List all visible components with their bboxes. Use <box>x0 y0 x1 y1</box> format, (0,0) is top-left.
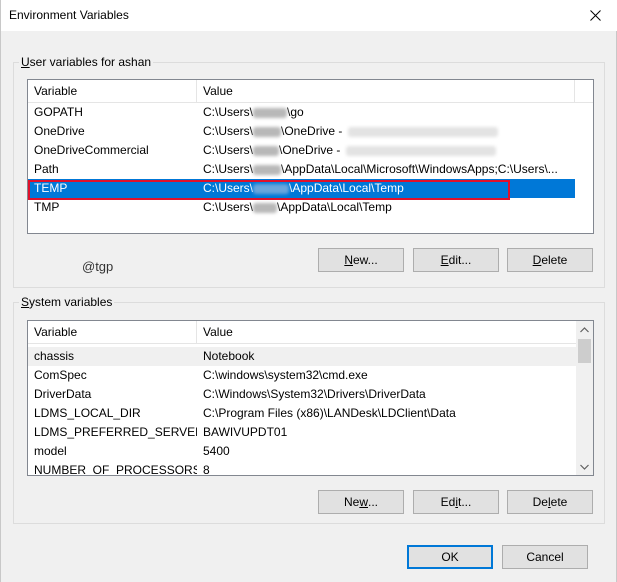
redacted-username <box>253 202 278 213</box>
chevron-up-icon <box>580 326 589 332</box>
table-row[interactable]: LDMS_PREFERRED_SERVER BAWIVUPDT01 <box>28 423 576 442</box>
variable-name-cell: LDMS_PREFERRED_SERVER <box>34 425 197 439</box>
scroll-down-arrow[interactable] <box>576 458 593 475</box>
table-row[interactable]: TEMP C:\Users\ \AppData\Local\Temp <box>28 179 575 198</box>
scroll-up-arrow[interactable] <box>576 321 593 338</box>
table-row[interactable]: Path C:\Users\ \AppData\Local\Microsoft\Wi… <box>28 160 575 179</box>
variable-name-cell: Path <box>34 162 59 176</box>
redacted-username <box>253 126 282 137</box>
variable-value-cell: C:\Users\ \go <box>203 105 304 119</box>
variable-name-cell: DriverData <box>34 387 92 401</box>
variable-name-cell: chassis <box>34 349 75 363</box>
close-icon <box>589 10 601 21</box>
variable-name-cell: TEMP <box>34 181 68 195</box>
column-header-value[interactable]: Value <box>197 80 575 102</box>
variable-name-cell: OneDriveCommercial <box>34 143 149 157</box>
system-variables-label: System variables <box>19 295 115 309</box>
column-header-variable[interactable]: Variable <box>28 321 197 343</box>
table-row[interactable]: OneDriveCommercial C:\Users\ \OneDrive - <box>28 141 575 160</box>
redacted-username <box>253 107 288 118</box>
chevron-down-icon <box>580 464 589 470</box>
title-bar: Environment Variables <box>1 0 617 31</box>
scroll-thumb[interactable] <box>578 339 591 363</box>
column-header-value[interactable]: Value <box>197 321 575 343</box>
variable-value-cell: C:\Users\ \AppData\Local\Microsoft\Window… <box>203 162 558 176</box>
system-delete-button[interactable]: De l ete <box>507 490 593 514</box>
variable-value-cell: Notebook <box>203 349 255 363</box>
variable-name-cell: NUMBER_OF_PROCESSORS <box>34 463 197 476</box>
system-variables-list[interactable]: Variable Value chassis Notebook ComSpec C:\… <box>27 320 594 476</box>
watermark: @tgp <box>82 259 114 274</box>
variable-value-cell: C:\Windows\System32\Drivers\DriverData <box>203 387 426 401</box>
system-list-scrollbar[interactable] <box>576 321 593 475</box>
user-edit-button[interactable]: Edit... <box>413 248 499 272</box>
column-header-variable[interactable]: Variable <box>28 80 197 102</box>
user-list-header: Variable Value <box>28 80 593 103</box>
table-row[interactable]: ComSpec C:\windows\system32\cmd.exe <box>28 366 576 385</box>
user-variables-list[interactable]: Variable Value GOPATH C:\Users\ \go OneDriv… <box>27 79 594 234</box>
system-list-header: Variable Value <box>28 321 593 344</box>
variable-value-cell: C:\Program Files (x86)\LANDesk\LDClient\… <box>203 406 456 420</box>
close-button[interactable] <box>572 0 617 31</box>
variable-name-cell: TMP <box>34 200 60 214</box>
environment-variables-dialog: Environment Variables User variables for… <box>0 0 617 582</box>
variable-name-cell: ComSpec <box>34 368 87 382</box>
variable-value-cell: BAWIVUPDT01 <box>203 425 288 439</box>
variable-name-cell: LDMS_LOCAL_DIR <box>34 406 141 420</box>
table-row[interactable]: NUMBER_OF_PROCESSORS 8 <box>28 461 576 476</box>
redacted-username <box>253 164 282 175</box>
table-row[interactable]: model 5400 <box>28 442 576 461</box>
variable-value-cell: C:\windows\system32\cmd.exe <box>203 368 368 382</box>
user-variables-label: User variables for ashan <box>19 55 154 69</box>
variable-name-cell: OneDrive <box>34 124 85 138</box>
table-row[interactable]: OneDrive C:\Users\ \OneDrive - <box>28 122 575 141</box>
redacted-organization <box>346 145 497 156</box>
variable-value-cell: C:\Users\ \OneDrive - <box>197 141 575 160</box>
user-delete-button[interactable]: Delete <box>507 248 593 272</box>
variable-value-cell: C:\Users\ \AppData\Local\Temp <box>203 200 392 214</box>
variable-name-cell: GOPATH <box>34 105 83 119</box>
ok-button[interactable]: OK <box>407 545 493 569</box>
table-row[interactable]: TMP C:\Users\ \AppData\Local\Temp <box>28 198 575 217</box>
variable-value-cell: 8 <box>203 463 210 476</box>
system-new-button[interactable]: Ne w... <box>318 490 404 514</box>
variable-name-cell: model <box>34 444 67 458</box>
variable-value-cell: C:\Users\ \AppData\Local\Temp <box>203 181 404 195</box>
redacted-username <box>253 183 290 194</box>
variable-value-cell: 5400 <box>203 444 230 458</box>
table-row[interactable]: GOPATH C:\Users\ \go <box>28 103 575 122</box>
table-row[interactable]: chassis Notebook <box>28 347 576 366</box>
table-row[interactable]: LDMS_LOCAL_DIR C:\Program Files (x86)\LAN… <box>28 404 576 423</box>
window-title: Environment Variables <box>9 8 129 22</box>
redacted-username <box>253 145 280 156</box>
table-row[interactable]: DriverData C:\Windows\System32\Drivers\Dr… <box>28 385 576 404</box>
cancel-button[interactable]: Cancel <box>502 545 588 569</box>
system-edit-button[interactable]: Ed i t... <box>413 490 499 514</box>
redacted-organization <box>348 126 499 137</box>
variable-value-cell: C:\Users\ \OneDrive - <box>197 122 575 141</box>
user-new-button[interactable]: New... <box>318 248 404 272</box>
